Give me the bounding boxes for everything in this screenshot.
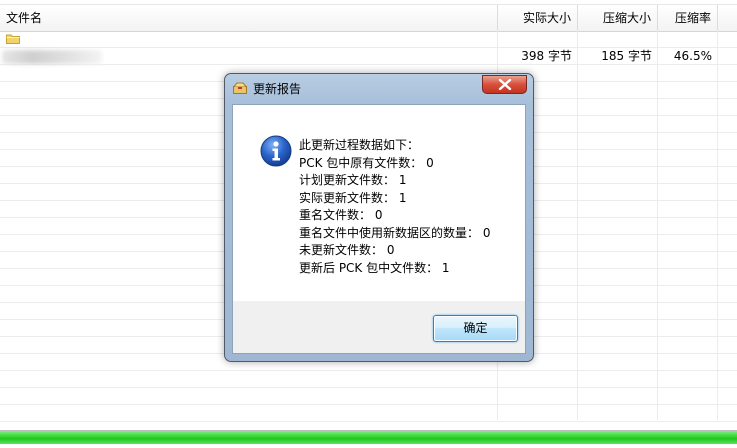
report-line: 实际更新文件数： 1: [299, 190, 407, 205]
dialog-titlebar[interactable]: 更新报告: [225, 74, 533, 104]
ok-button[interactable]: 确定: [433, 315, 518, 342]
report-line: 未更新文件数： 0: [299, 243, 395, 257]
table-row[interactable]: 398 字节 185 字节 46.5%: [0, 48, 737, 65]
report-message: 此更新过程数据如下： PCK 包中原有文件数： 0 计划更新文件数： 1 实际更…: [299, 137, 490, 277]
column-header-name[interactable]: 文件名: [0, 5, 498, 31]
column-header-actual-size[interactable]: 实际大小: [498, 5, 578, 31]
list-item: [0, 405, 737, 422]
redacted-file-name: [2, 50, 102, 64]
close-button[interactable]: [482, 75, 527, 94]
dialog-message-area: 此更新过程数据如下： PCK 包中原有文件数： 0 计划更新文件数： 1 实际更…: [233, 105, 525, 301]
report-line: 更新后 PCK 包中文件数： 1: [299, 260, 450, 275]
report-line: 重名文件数： 0: [299, 208, 383, 222]
column-header-compressed-size[interactable]: 压缩大小: [578, 5, 658, 31]
package-icon: [233, 82, 247, 94]
folder-icon: [6, 34, 20, 44]
report-line: 重名文件中使用新数据区的数量： 0: [299, 225, 491, 240]
cell-ratio: 46.5%: [673, 49, 712, 63]
report-line: PCK 包中原有文件数： 0: [299, 155, 434, 170]
column-header-filler: [718, 5, 737, 31]
list-header: 文件名 实际大小 压缩大小 压缩率: [0, 4, 737, 32]
list-item: [0, 388, 737, 405]
list-item: [0, 371, 737, 388]
progress-bar: [0, 430, 737, 444]
report-line: 计划更新文件数： 1: [299, 173, 407, 187]
column-header-ratio[interactable]: 压缩率: [658, 5, 718, 31]
update-report-dialog: 更新报告 此更新过程数据如下： PCK 包中原有文件数： 0 计划更新文件数： …: [224, 73, 534, 362]
progress-bar-fill: [0, 431, 737, 444]
cell-compressed-size: 185 字节: [601, 49, 652, 63]
cell-actual-size: 398 字节: [521, 49, 572, 63]
dialog-client: 此更新过程数据如下： PCK 包中原有文件数： 0 计划更新文件数： 1 实际更…: [232, 104, 526, 354]
info-icon: [260, 135, 292, 167]
dialog-title: 更新报告: [253, 82, 302, 96]
list-item-folder[interactable]: [0, 31, 737, 48]
report-line: 此更新过程数据如下：: [299, 138, 420, 152]
close-icon: [498, 79, 512, 90]
